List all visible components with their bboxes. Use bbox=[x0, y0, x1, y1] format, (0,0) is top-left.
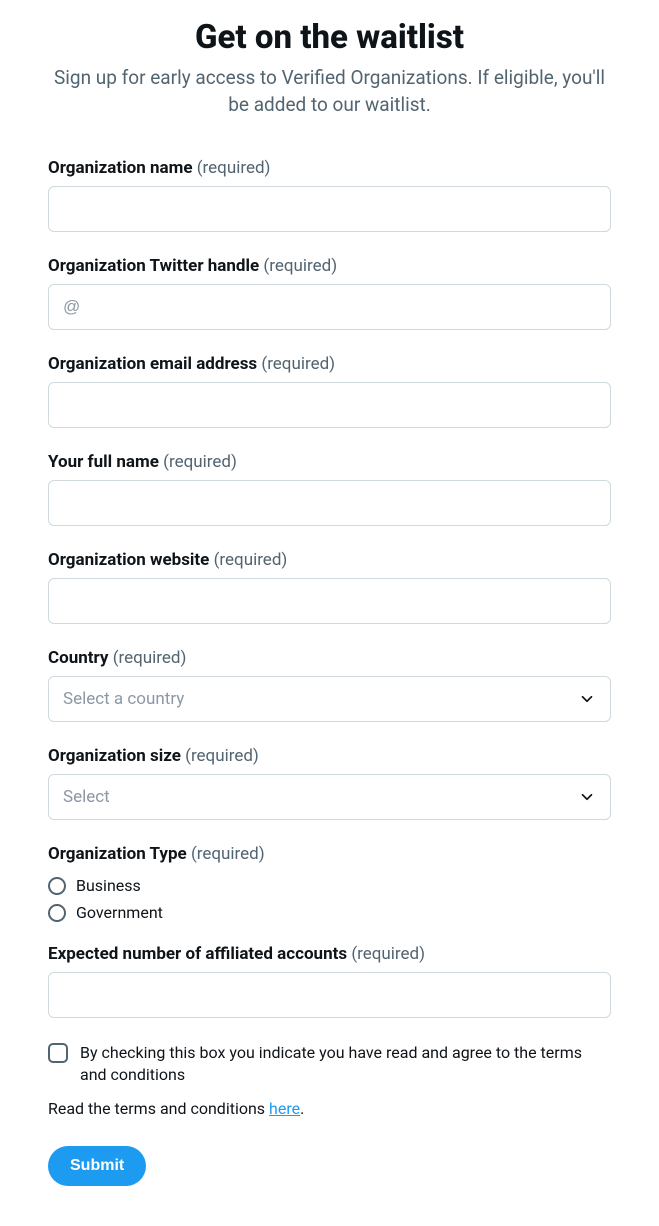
consent-text: By checking this box you indicate you ha… bbox=[80, 1042, 611, 1085]
input-twitter-handle[interactable] bbox=[48, 284, 611, 330]
input-org-email[interactable] bbox=[48, 382, 611, 428]
terms-line: Read the terms and conditions here. bbox=[48, 1099, 611, 1118]
page-title: Get on the waitlist bbox=[48, 18, 611, 57]
label-twitter-handle: Organization Twitter handle (required) bbox=[48, 256, 611, 276]
field-org-size: Organization size (required) Select bbox=[48, 746, 611, 820]
label-org-name: Organization name (required) bbox=[48, 158, 611, 178]
checkbox-icon bbox=[48, 1043, 68, 1063]
submit-button[interactable]: Submit bbox=[48, 1146, 146, 1186]
input-org-name[interactable] bbox=[48, 186, 611, 232]
radio-label-government: Government bbox=[76, 903, 163, 922]
chevron-down-icon bbox=[578, 788, 596, 806]
select-country[interactable]: Select a country bbox=[48, 676, 611, 722]
field-full-name: Your full name (required) bbox=[48, 452, 611, 526]
label-full-name: Your full name (required) bbox=[48, 452, 611, 472]
input-affiliated-count[interactable] bbox=[48, 972, 611, 1018]
terms-suffix: . bbox=[300, 1099, 304, 1118]
label-affiliated-count: Expected number of affiliated accounts (… bbox=[48, 944, 611, 964]
radio-icon bbox=[48, 904, 66, 922]
consent-checkbox-row[interactable]: By checking this box you indicate you ha… bbox=[48, 1042, 611, 1085]
label-org-size: Organization size (required) bbox=[48, 746, 611, 766]
chevron-down-icon bbox=[578, 690, 596, 708]
radio-option-business[interactable]: Business bbox=[48, 872, 611, 899]
select-org-size-placeholder: Select bbox=[63, 787, 110, 807]
field-country: Country (required) Select a country bbox=[48, 648, 611, 722]
select-country-placeholder: Select a country bbox=[63, 689, 184, 709]
field-org-name: Organization name (required) bbox=[48, 158, 611, 232]
label-org-email: Organization email address (required) bbox=[48, 354, 611, 374]
radio-icon bbox=[48, 877, 66, 895]
page-subtitle: Sign up for early access to Verified Org… bbox=[50, 65, 610, 118]
input-website[interactable] bbox=[48, 578, 611, 624]
label-website: Organization website (required) bbox=[48, 550, 611, 570]
radio-group-org-type: Business Government bbox=[48, 872, 611, 926]
field-affiliated-count: Expected number of affiliated accounts (… bbox=[48, 944, 611, 1018]
radio-label-business: Business bbox=[76, 876, 141, 895]
terms-prefix: Read the terms and conditions bbox=[48, 1099, 269, 1118]
radio-option-government[interactable]: Government bbox=[48, 899, 611, 926]
terms-link[interactable]: here bbox=[269, 1099, 300, 1118]
input-full-name[interactable] bbox=[48, 480, 611, 526]
field-website: Organization website (required) bbox=[48, 550, 611, 624]
field-org-email: Organization email address (required) bbox=[48, 354, 611, 428]
field-org-type: Organization Type (required) Business Go… bbox=[48, 844, 611, 926]
form-container: Get on the waitlist Sign up for early ac… bbox=[0, 18, 659, 1226]
label-org-type: Organization Type (required) bbox=[48, 844, 611, 864]
field-twitter-handle: Organization Twitter handle (required) bbox=[48, 256, 611, 330]
label-country: Country (required) bbox=[48, 648, 611, 668]
select-org-size[interactable]: Select bbox=[48, 774, 611, 820]
